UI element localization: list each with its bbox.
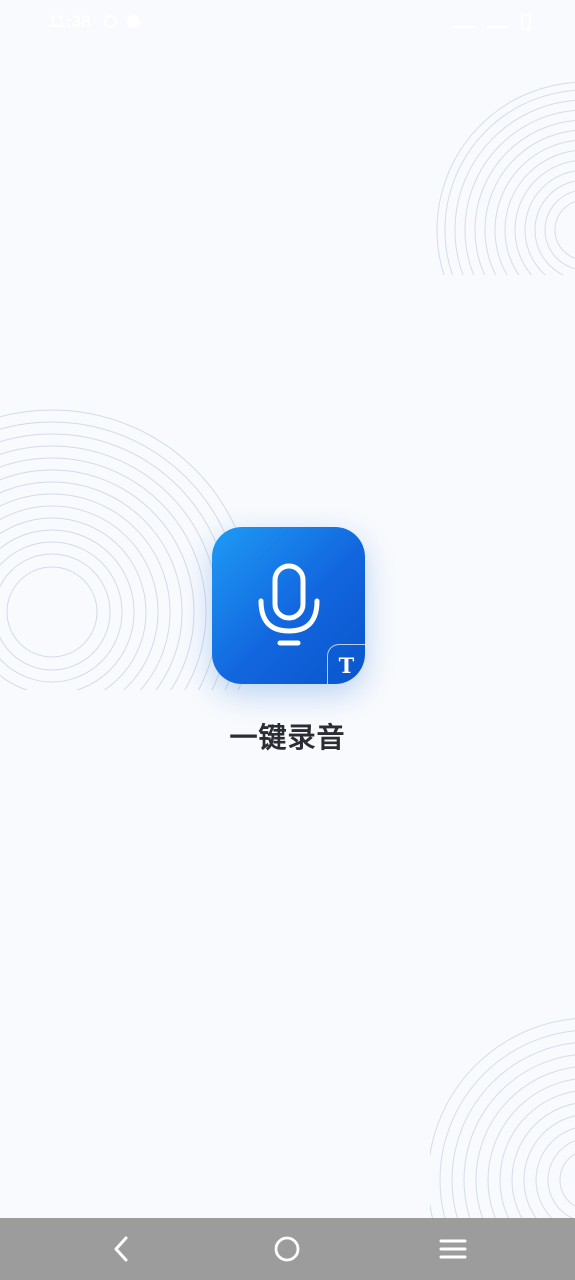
app-icon: T (212, 527, 365, 684)
notification-icon (127, 15, 140, 28)
app-name: 一键录音 (229, 721, 346, 754)
status-bar: 11:38 (0, 0, 575, 44)
text-badge-letter: T (338, 653, 355, 678)
signal-icon (453, 16, 475, 28)
back-chevron-icon (114, 1236, 128, 1262)
home-button[interactable] (270, 1232, 304, 1266)
home-circle-icon (274, 1236, 300, 1262)
status-time: 11:38 (48, 12, 91, 31)
wifi-icon (487, 16, 509, 28)
microphone-icon (258, 563, 320, 646)
back-button[interactable] (104, 1232, 138, 1266)
notification-icons (104, 15, 140, 28)
decorative-ripple-top-right (436, 81, 575, 275)
text-badge: T (327, 644, 365, 684)
system-icons (453, 14, 531, 30)
menu-button[interactable] (436, 1232, 470, 1266)
navigation-bar (0, 1218, 575, 1280)
decorative-ripple-bottom-right (430, 1018, 575, 1218)
battery-icon (521, 14, 531, 30)
notification-icon (104, 15, 117, 28)
menu-lines-icon (439, 1239, 467, 1259)
